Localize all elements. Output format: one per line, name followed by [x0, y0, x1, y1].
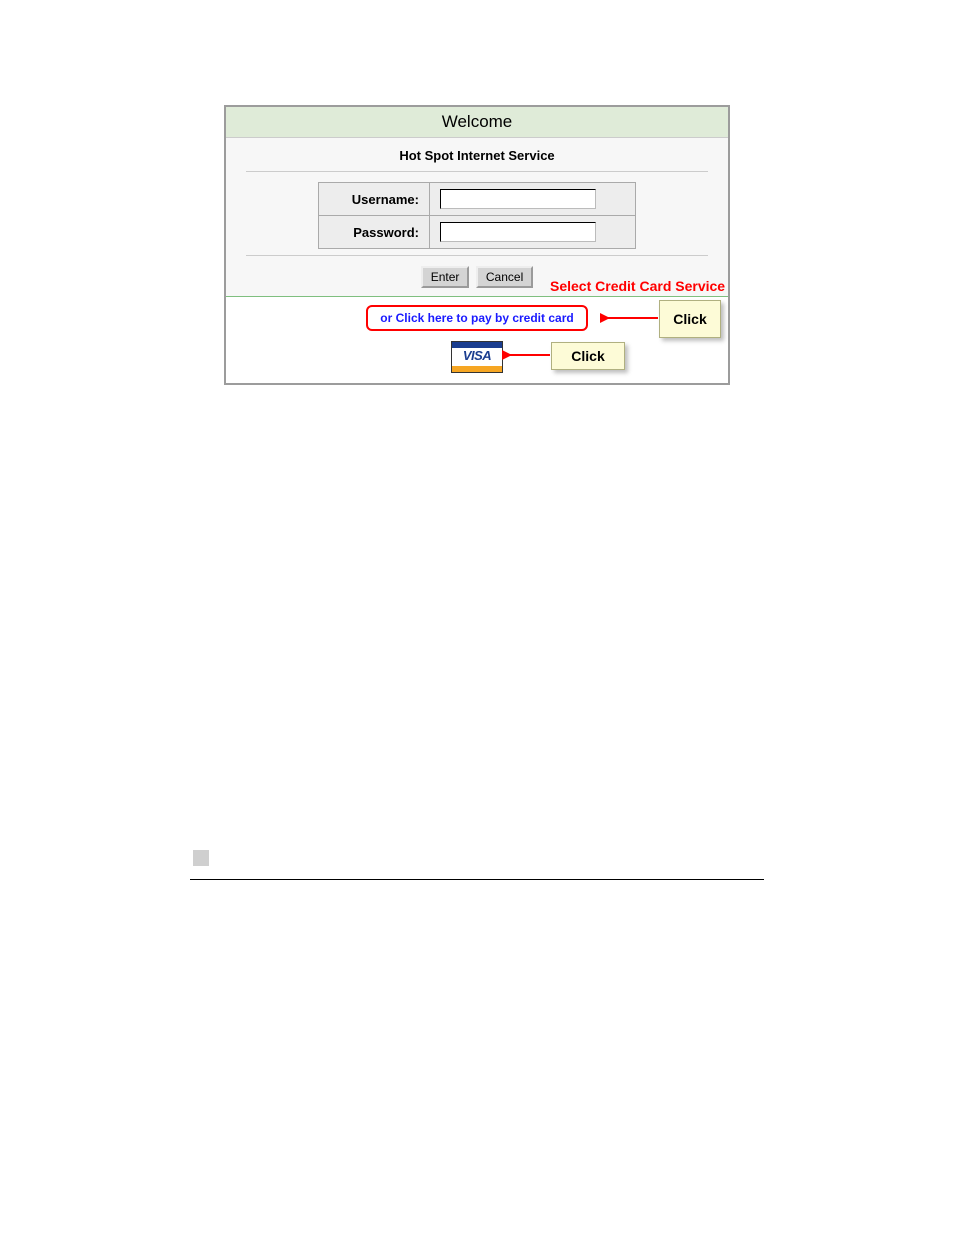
visa-label: VISA [452, 348, 502, 363]
panel-subtitle: Hot Spot Internet Service [226, 138, 728, 167]
login-panel: Welcome Hot Spot Internet Service Userna… [224, 105, 730, 385]
visa-icon[interactable]: VISA [451, 341, 503, 373]
page-rule [190, 879, 764, 880]
page-marker [193, 850, 209, 866]
username-input[interactable] [440, 189, 596, 209]
password-input[interactable] [440, 222, 596, 242]
cancel-button[interactable]: Cancel [476, 266, 533, 288]
username-label: Username: [319, 183, 430, 216]
panel-title: Welcome [226, 107, 728, 138]
divider [246, 171, 708, 172]
enter-button[interactable]: Enter [421, 266, 470, 288]
credit-card-section: or Click here to pay by credit card VISA [226, 297, 728, 383]
password-label: Password: [319, 216, 430, 249]
divider [246, 255, 708, 256]
credentials-table: Username: Password: [318, 182, 636, 249]
pay-by-credit-card-link[interactable]: or Click here to pay by credit card [366, 305, 587, 331]
